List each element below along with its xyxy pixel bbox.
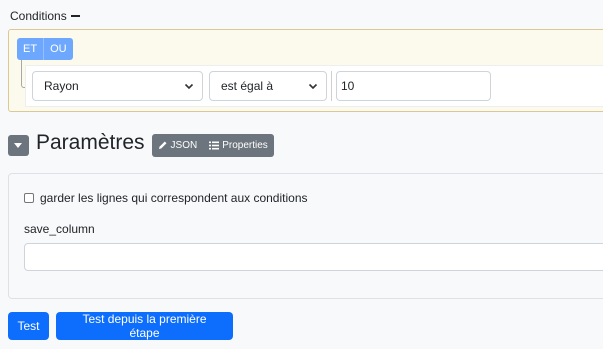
- divider: [331, 71, 332, 101]
- test-button[interactable]: Test: [8, 312, 49, 340]
- save-column-label: save_column: [24, 222, 95, 236]
- field-select[interactable]: Rayon: [32, 71, 203, 101]
- value-input-text: 10: [341, 79, 355, 93]
- value-input[interactable]: 10: [336, 71, 491, 101]
- operator-select[interactable]: est égal à: [209, 71, 327, 101]
- keep-rows-checkbox[interactable]: [24, 193, 34, 203]
- list-icon: [209, 141, 220, 149]
- collapse-button[interactable]: [8, 134, 29, 156]
- json-label: JSON: [170, 139, 198, 151]
- properties-label: Properties: [222, 139, 268, 151]
- keep-rows-option: garder les lignes qui correspondent aux …: [24, 191, 308, 205]
- page-title: Paramètres: [36, 131, 145, 154]
- and-button[interactable]: ET: [17, 38, 45, 60]
- field-select-value: Rayon: [44, 79, 79, 93]
- conditions-title[interactable]: Conditions: [10, 9, 80, 23]
- keep-rows-label[interactable]: garder les lignes qui correspondent aux …: [40, 191, 308, 205]
- test-from-start-button[interactable]: Test depuis la première étape: [56, 312, 233, 340]
- chevron-down-icon: [308, 83, 318, 90]
- chevron-down-icon: [184, 83, 194, 90]
- params-header: Paramètres JSON Properties: [8, 131, 274, 157]
- conditions-title-label: Conditions: [10, 9, 67, 23]
- pencil-icon: [158, 141, 167, 149]
- properties-button[interactable]: Properties: [203, 134, 274, 157]
- view-toggle: JSON Properties: [151, 133, 274, 157]
- collapse-minus-icon[interactable]: [70, 14, 80, 17]
- json-button[interactable]: JSON: [152, 134, 204, 157]
- condition-toggle: ET OU: [17, 38, 73, 60]
- caret-down-icon: [14, 142, 22, 148]
- save-column-input[interactable]: [24, 243, 603, 271]
- or-button[interactable]: OU: [44, 38, 73, 60]
- operator-select-value: est égal à: [221, 79, 274, 93]
